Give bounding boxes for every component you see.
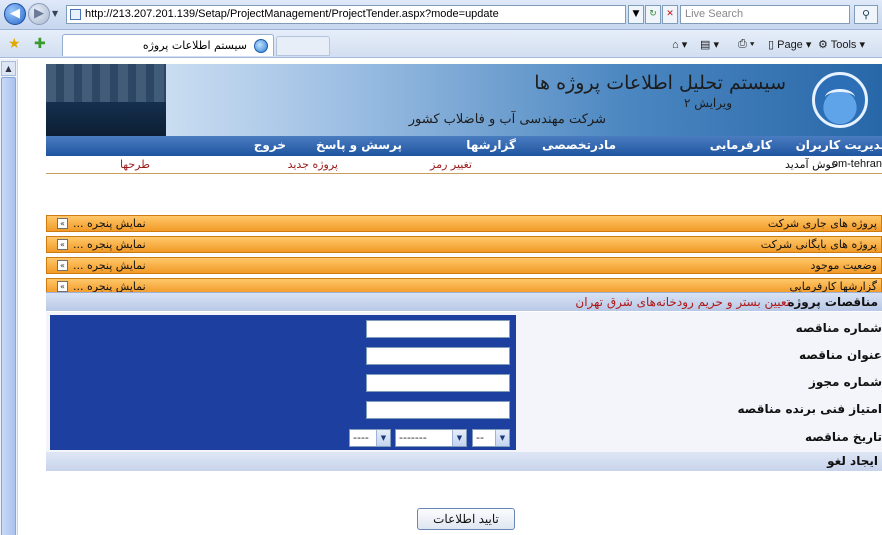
main-menu: مدیریت کاربران کارفرمایی مادرتخصصی گزارش…: [46, 136, 882, 156]
panel-current-status[interactable]: وضعیت موجود نمایش پنجره ... »: [46, 257, 882, 274]
page-menu[interactable]: ▯ Page ▾: [768, 38, 811, 51]
year-select-value: ----: [353, 431, 369, 444]
banner-title: سیستم تحلیل اطلاعات پروژه ها: [534, 72, 786, 94]
menu-item-employer[interactable]: کارفرمایی: [710, 138, 772, 152]
expand-icon[interactable]: »: [57, 281, 68, 292]
search-input[interactable]: Live Search: [680, 5, 850, 24]
expand-icon[interactable]: »: [57, 218, 68, 229]
home-icon[interactable]: ⌂ ▾: [672, 38, 687, 51]
new-project-link[interactable]: پروژه جدید: [288, 158, 338, 171]
company-logo: [812, 72, 868, 128]
favorites-star-icon[interactable]: ★: [8, 36, 21, 52]
banner-photo-shadow: [46, 102, 166, 136]
tender-number-input[interactable]: [366, 320, 510, 338]
refresh-icon[interactable]: ↻: [645, 5, 661, 24]
tender-number-label: شماره مناقصه: [795, 321, 882, 335]
panel-title: پروژه های جاری شرکت: [767, 217, 877, 230]
panel-title: پروژه های بایگانی شرکت: [760, 238, 877, 251]
print-icon[interactable]: ⎙ ▾: [738, 38, 754, 51]
tender-label: مناقصات پروژه: [787, 295, 878, 309]
vertical-scrollbar[interactable]: ▲: [0, 59, 18, 535]
chevron-down-icon: ▼: [452, 430, 466, 446]
site-banner: سیستم تحلیل اطلاعات پروژه ها ویرایش ۲ شر…: [46, 64, 882, 136]
tender-title-input[interactable]: [366, 347, 510, 365]
page-icon: [70, 9, 81, 20]
url-input[interactable]: http://213.207.201.139/Setap/ProjectMana…: [66, 5, 626, 24]
winner-score-input[interactable]: [366, 401, 510, 419]
day-select-value: --: [476, 431, 484, 444]
year-select[interactable]: ---- ▼: [349, 429, 391, 447]
search-icon[interactable]: ⚲: [854, 5, 878, 24]
day-select[interactable]: -- ▼: [472, 429, 510, 447]
menu-item-specialized[interactable]: مادرتخصصی: [542, 138, 616, 152]
back-button[interactable]: ◀: [4, 3, 26, 25]
permit-number-label: شماره مجوز: [808, 375, 882, 389]
tender-header: مناقصات پروژه تعیین بستر و حریم رودخانه‌…: [46, 292, 882, 311]
change-password-link[interactable]: تغییر رمز: [430, 158, 472, 171]
project-name: تعیین بستر و حریم رودخانه‌های شرق تهران: [575, 295, 790, 309]
feeds-icon[interactable]: ▤ ▾: [700, 38, 719, 51]
tab-bar: ★ ✚ سیستم اطلاعات پروژه ⌂ ▾ ▤ ▾ ⎙ ▾ ▯ Pa…: [0, 30, 882, 58]
cancel-label: ایجاد لغو: [827, 454, 878, 468]
tender-date-label: تاریخ مناقصه: [804, 430, 882, 444]
user-bar: om-tehran خوش آمدید تغییر رمز پروژه جدید…: [46, 156, 882, 174]
submit-button[interactable]: تایید اطلاعات: [417, 508, 515, 530]
winner-score-label: امتیاز فنی برنده مناقصه: [737, 402, 882, 416]
url-dropdown-icon[interactable]: ▼: [628, 5, 644, 24]
chevron-down-icon: ▼: [376, 430, 390, 446]
tab-title: سیستم اطلاعات پروژه: [142, 39, 247, 52]
scroll-up-icon[interactable]: ▲: [1, 61, 16, 76]
banner-version: ویرایش ۲: [684, 96, 732, 110]
expand-icon[interactable]: »: [57, 239, 68, 250]
url-text: http://213.207.201.139/Setap/ProjectMana…: [85, 8, 499, 20]
username: om-tehran: [831, 158, 882, 170]
page-menu-label: Page: [777, 39, 803, 51]
tools-menu[interactable]: ⚙ Tools ▾: [818, 38, 865, 51]
panel-show-link[interactable]: نمایش پنجره ...: [73, 217, 146, 230]
banner-company: شرکت مهندسی آب و فاضلاب کشور: [408, 112, 606, 127]
history-dropdown-icon[interactable]: ▼: [52, 9, 58, 18]
cancel-row: ایجاد لغو: [46, 452, 882, 471]
menu-item-user-management[interactable]: مدیریت کاربران: [796, 138, 882, 152]
browser-tab[interactable]: سیستم اطلاعات پروژه: [62, 34, 274, 56]
menu-item-qa[interactable]: پرسش و پاسخ: [316, 138, 402, 152]
forward-button[interactable]: ▶: [28, 3, 50, 25]
add-favorite-icon[interactable]: ✚: [34, 36, 46, 52]
menu-item-logout[interactable]: خروج: [254, 138, 286, 152]
panel-show-link[interactable]: نمایش پنجره ...: [73, 259, 146, 272]
new-tab-button[interactable]: [276, 36, 330, 56]
stop-icon[interactable]: ✕: [662, 5, 678, 24]
scroll-thumb[interactable]: [1, 77, 16, 535]
tender-title-label: عنوان مناقصه: [799, 348, 882, 362]
panel-current-projects[interactable]: پروژه های جاری شرکت نمایش پنجره ... »: [46, 215, 882, 232]
panel-title: وضعیت موجود: [810, 259, 877, 272]
address-bar: ◀ ▶ ▼ http://213.207.201.139/Setap/Proje…: [0, 0, 882, 30]
month-select[interactable]: ------- ▼: [395, 429, 467, 447]
ie-page-icon: [254, 39, 268, 53]
permit-number-input[interactable]: [366, 374, 510, 392]
panel-show-link[interactable]: نمایش پنجره ...: [73, 238, 146, 251]
welcome-text: خوش آمدید: [785, 158, 838, 171]
panel-archived-projects[interactable]: پروژه های بایگانی شرکت نمایش پنجره ... »: [46, 236, 882, 253]
expand-icon[interactable]: »: [57, 260, 68, 271]
plans-link[interactable]: طرحها: [120, 158, 150, 171]
menu-item-reports[interactable]: گزارشها: [466, 138, 516, 152]
month-select-value: -------: [399, 431, 427, 444]
tools-menu-label: Tools: [830, 39, 857, 51]
chevron-down-icon: ▼: [495, 430, 509, 446]
